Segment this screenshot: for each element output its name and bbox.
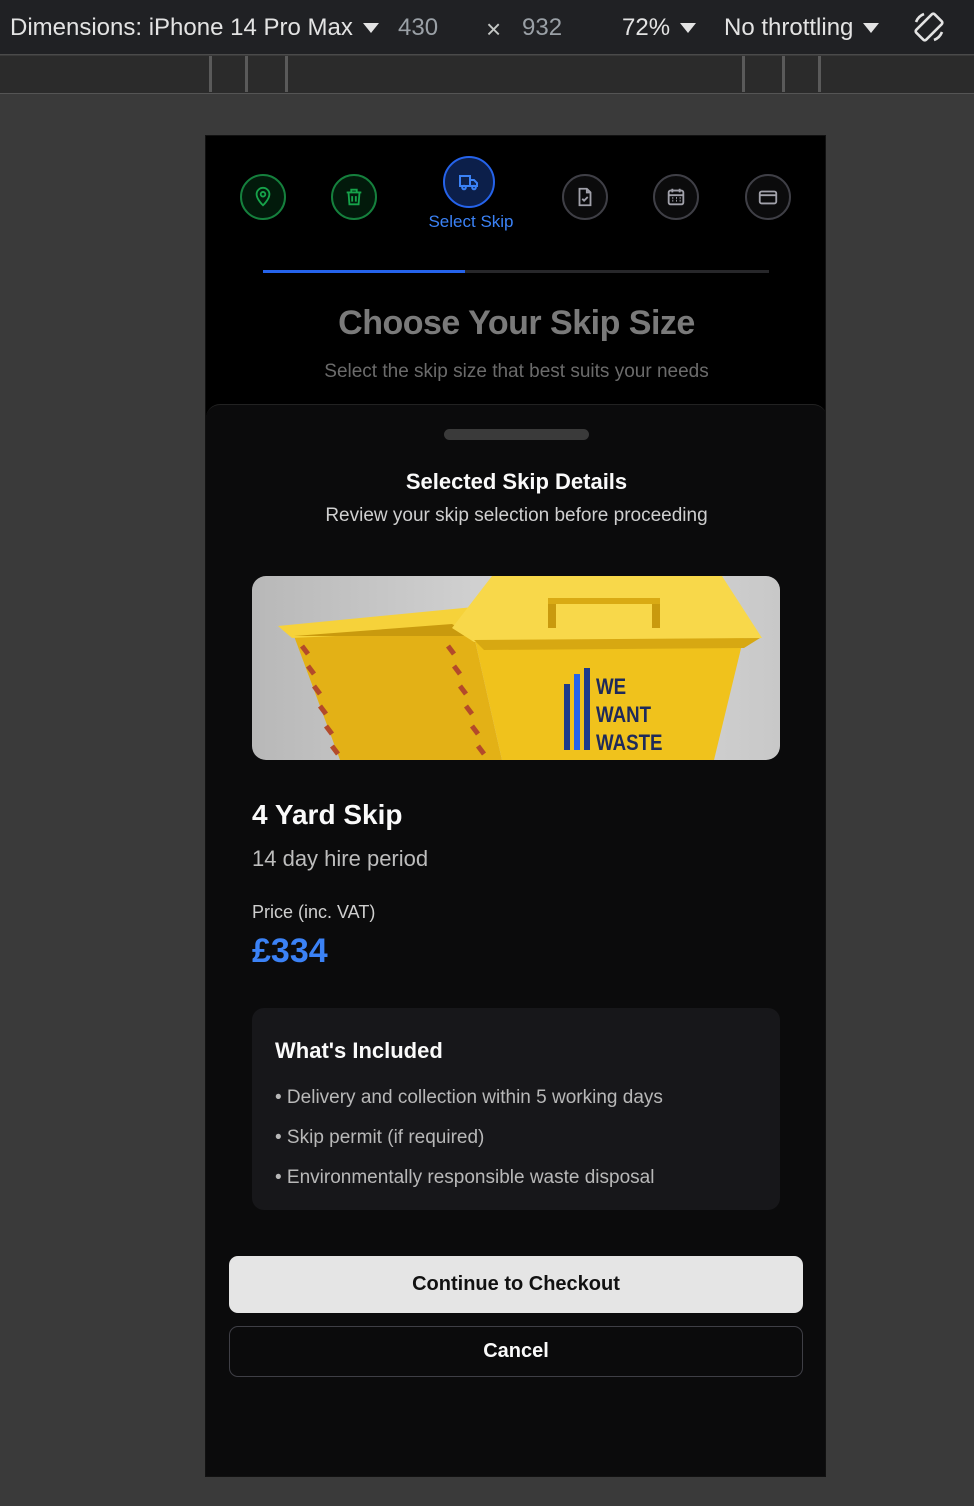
drag-handle[interactable] (444, 429, 589, 440)
height-input[interactable]: 932 (522, 14, 562, 42)
svg-text:WASTE: WASTE (596, 732, 662, 756)
skip-image: WE WANT WASTE (252, 576, 780, 760)
chevron-down-icon (863, 23, 880, 33)
whats-included-title: What's Included (275, 1038, 443, 1063)
skip-name: 4 Yard Skip (252, 799, 403, 830)
skip-details-sheet: Selected Skip Details Review your skip s… (206, 404, 825, 1476)
media-query-ruler (0, 56, 974, 94)
step-payment[interactable] (745, 174, 791, 220)
map-pin-icon (255, 186, 271, 207)
step-waste-type[interactable] (331, 174, 377, 220)
credit-card-icon (758, 190, 778, 205)
chevron-down-icon (362, 23, 379, 33)
step-choose-date[interactable] (653, 174, 699, 220)
sheet-title: Selected Skip Details (405, 469, 628, 494)
step-postcode[interactable] (240, 174, 286, 220)
sheet-subtitle: Review your skip selection before procee… (325, 505, 708, 526)
times-icon: × (486, 14, 502, 44)
file-check-icon (578, 187, 592, 207)
price-value: £334 (252, 932, 328, 970)
width-input[interactable]: 430 (398, 14, 438, 42)
step-select-skip[interactable] (443, 156, 495, 208)
list-item: • Skip permit (if required) (275, 1127, 485, 1148)
list-item: • Environmentally responsible waste disp… (275, 1167, 655, 1188)
step-permit-check[interactable] (562, 174, 608, 220)
page-title: Choose Your Skip Size (338, 304, 695, 342)
truck-icon (459, 175, 478, 191)
device-select[interactable]: Dimensions: iPhone 14 Pro Max (10, 14, 379, 42)
price-label: Price (inc. VAT) (252, 902, 376, 922)
cancel-button[interactable]: Cancel (229, 1326, 803, 1377)
continue-to-checkout-button[interactable]: Continue to Checkout (229, 1256, 803, 1313)
progress-bar-fill (263, 270, 466, 273)
throttling-label: No throttling (724, 14, 854, 41)
zoom-select[interactable]: 72% (622, 14, 697, 42)
zoom-label: 72% (622, 14, 671, 41)
throttling-select[interactable]: No throttling (724, 14, 880, 42)
page-subtitle: Select the skip size that best suits you… (324, 361, 709, 382)
svg-text:WANT: WANT (596, 704, 652, 728)
svg-text:WE: WE (596, 676, 626, 700)
progress-bar (263, 270, 769, 273)
hire-period: 14 day hire period (252, 846, 429, 871)
devtools-toolbar: Dimensions: iPhone 14 Pro Max 430 × 932 … (0, 0, 974, 55)
rotate-icon[interactable] (910, 8, 948, 46)
skip-illustration: WE WANT WASTE (278, 576, 762, 760)
whats-included-card: What's Included • Delivery and collectio… (252, 1008, 780, 1210)
included-list: • Delivery and collection within 5 worki… (275, 1078, 757, 1198)
step-label-active: Select Skip (428, 212, 514, 231)
calendar-icon (667, 188, 685, 206)
chevron-down-icon (680, 23, 697, 33)
device-label: Dimensions: iPhone 14 Pro Max (10, 14, 353, 41)
trash-icon (346, 188, 362, 206)
list-item: • Delivery and collection within 5 worki… (275, 1087, 663, 1108)
device-viewport: Select Skip Choose Your Skip Size Select… (205, 135, 826, 1477)
progress-stepper: Select Skip (206, 156, 825, 273)
